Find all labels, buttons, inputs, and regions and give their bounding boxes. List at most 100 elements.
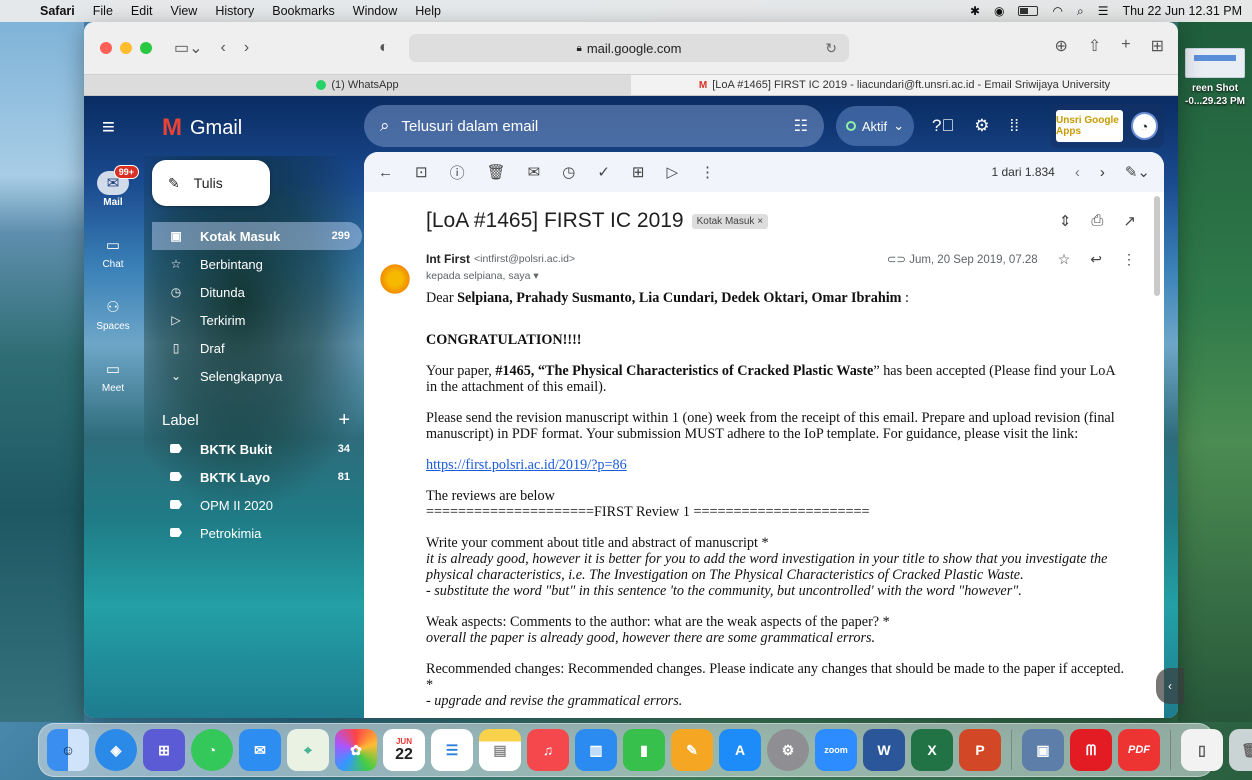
address-bar[interactable]: 🔒︎ mail.google.com ↻ xyxy=(409,34,849,62)
photos-icon[interactable]: ✿ xyxy=(335,729,377,771)
menu-window[interactable]: Window xyxy=(353,4,397,18)
rail-meet[interactable]: ▭ Meet xyxy=(84,344,142,406)
settings-gear-icon[interactable]: ⚙ xyxy=(974,116,989,136)
reply-icon[interactable]: ↩ xyxy=(1090,251,1102,268)
music-icon[interactable]: ♫ xyxy=(527,729,569,771)
nav-more[interactable]: ⌄ Selengkapnya xyxy=(152,362,362,390)
search-options-icon[interactable]: ☷ xyxy=(794,116,808,136)
label-petrokimia[interactable]: Petrokimia xyxy=(152,519,362,547)
expand-all-icon[interactable]: ⇕ xyxy=(1059,212,1072,230)
rail-mail[interactable]: ✉ 99+ Mail xyxy=(84,158,142,220)
close-window-button[interactable] xyxy=(100,42,112,54)
report-spam-icon[interactable]: ⓘ xyxy=(450,162,465,183)
minimize-window-button[interactable] xyxy=(120,42,132,54)
menu-app-name[interactable]: Safari xyxy=(40,4,75,18)
gmail-logo[interactable]: M Gmail xyxy=(162,114,242,142)
new-tab-icon[interactable]: + xyxy=(1121,36,1130,56)
help-icon[interactable]: ?⃝ xyxy=(932,116,954,136)
inbox-label-chip[interactable]: Kotak Masuk × xyxy=(691,213,769,229)
safari-icon[interactable]: ◈ xyxy=(95,729,137,771)
more-vert-icon[interactable]: ⋮ xyxy=(1122,251,1136,268)
rail-chat[interactable]: ▭ Chat xyxy=(84,220,142,282)
zoom-icon[interactable]: zoom xyxy=(815,729,857,771)
menu-clock[interactable]: Thu 22 Jun 12.31 PM xyxy=(1122,4,1242,18)
nav-sent[interactable]: ▷ Terkirim xyxy=(152,306,362,334)
menu-history[interactable]: History xyxy=(215,4,254,18)
excel-icon[interactable]: X xyxy=(911,729,953,771)
wifi-icon[interactable]: ◠ xyxy=(1052,4,1062,18)
maps-icon[interactable]: ⌖ xyxy=(287,729,329,771)
mendeley-icon[interactable]: ᗰ xyxy=(1070,729,1112,771)
nav-starred[interactable]: ☆ Berbintang xyxy=(152,250,362,278)
mail-app-icon[interactable]: ✉ xyxy=(239,729,281,771)
reload-icon[interactable]: ↻ xyxy=(825,40,837,57)
search-icon[interactable]: ⌕ xyxy=(380,116,390,136)
sender-name[interactable]: Int First xyxy=(426,252,470,266)
notes-icon[interactable]: ▤ xyxy=(479,729,521,771)
document-icon[interactable]: ▯ xyxy=(1181,729,1223,771)
forward-icon[interactable]: › xyxy=(244,39,249,57)
recipients[interactable]: kepada selpiana, saya ▾ xyxy=(426,270,1136,282)
control-center-icon[interactable]: ☰ xyxy=(1098,4,1109,18)
older-icon[interactable]: › xyxy=(1100,164,1105,181)
print-icon[interactable]: ⎙ xyxy=(1091,212,1103,230)
downloads-icon[interactable]: ⊕ xyxy=(1054,36,1067,56)
search-bar[interactable]: ⌕ Telusuri dalam email ☷ xyxy=(364,105,824,147)
apps-grid-icon[interactable]: ⁞⁞ xyxy=(1009,116,1018,136)
account-switcher[interactable]: Unsri Google Apps ◔ xyxy=(1050,104,1164,148)
preview-icon[interactable]: ▣ xyxy=(1022,729,1064,771)
rail-spaces[interactable]: ⚇ Spaces xyxy=(84,282,142,344)
status-dropdown[interactable]: Aktif ⌄ xyxy=(836,106,914,146)
system-preferences-icon[interactable]: ⚙ xyxy=(767,729,809,771)
privacy-shield-icon[interactable]: ◐ xyxy=(379,39,389,57)
tab-overview-icon[interactable]: ⊞ xyxy=(1151,36,1164,56)
numbers-icon[interactable]: ▮ xyxy=(623,729,665,771)
back-icon[interactable]: ‹ xyxy=(221,39,226,57)
nav-snoozed[interactable]: ◷ Ditunda xyxy=(152,278,362,306)
open-new-window-icon[interactable]: ↗ xyxy=(1123,212,1136,230)
menu-bookmarks[interactable]: Bookmarks xyxy=(272,4,335,18)
desktop-file-screenshot[interactable]: reen Shot -0...29.23 PM xyxy=(1178,46,1252,136)
battery-icon[interactable] xyxy=(1018,6,1039,16)
add-label-icon[interactable]: + xyxy=(338,410,350,430)
sidebar-toggle-icon[interactable]: ▭⌄ xyxy=(174,38,203,58)
compose-button[interactable]: ✎ Tulis xyxy=(152,160,270,206)
main-menu-icon[interactable]: ≡ xyxy=(102,114,115,140)
zoom-window-button[interactable] xyxy=(140,42,152,54)
pages-icon[interactable]: ✎ xyxy=(671,729,713,771)
search-input[interactable]: Telusuri dalam email xyxy=(402,118,539,135)
messages-icon[interactable]: ◔ xyxy=(191,729,233,771)
share-icon[interactable]: ⇧ xyxy=(1088,36,1101,56)
guidance-link[interactable]: https://first.polsri.ac.id/2019/?p=86 xyxy=(426,457,627,473)
newer-icon[interactable]: ‹ xyxy=(1075,164,1080,181)
avatar[interactable]: ◔ xyxy=(1130,112,1158,140)
pdf-reader-icon[interactable]: PDF xyxy=(1118,729,1160,771)
powerpoint-icon[interactable]: P xyxy=(959,729,1001,771)
menu-view[interactable]: View xyxy=(170,4,197,18)
label-bktk-layo[interactable]: BKTK Layo 81 xyxy=(152,463,362,491)
snooze-icon[interactable]: ◷ xyxy=(562,163,575,181)
menu-edit[interactable]: Edit xyxy=(131,4,153,18)
delete-icon[interactable]: 🗑︎ xyxy=(487,163,506,181)
nav-inbox[interactable]: ▣ Kotak Masuk 299 xyxy=(152,222,362,250)
bluetooth-icon[interactable]: ✱ xyxy=(970,4,980,18)
menu-help[interactable]: Help xyxy=(415,4,441,18)
calendar-icon[interactable]: JUN 22 xyxy=(383,729,425,771)
keynote-icon[interactable]: ▥ xyxy=(575,729,617,771)
trash-icon[interactable]: 🗑︎ xyxy=(1229,729,1252,771)
label-icon[interactable]: ▷ xyxy=(666,163,678,181)
archive-icon[interactable]: ⊡ xyxy=(415,163,428,181)
app-store-icon[interactable]: A xyxy=(719,729,761,771)
back-arrow-icon[interactable]: ← xyxy=(378,164,393,181)
screen-time-icon[interactable]: ◉ xyxy=(994,4,1004,18)
mark-unread-icon[interactable]: ✉ xyxy=(528,163,541,181)
more-options-icon[interactable]: ⋮ xyxy=(700,163,715,181)
label-bktk-bukit[interactable]: BKTK Bukit 34 xyxy=(152,435,362,463)
menu-file[interactable]: File xyxy=(93,4,113,18)
star-icon[interactable]: ☆ xyxy=(1058,251,1071,268)
tab-whatsapp[interactable]: (1) WhatsApp xyxy=(84,75,631,95)
launchpad-icon[interactable]: ⊞ xyxy=(143,729,185,771)
input-tools-icon[interactable]: ✎⌄ xyxy=(1125,163,1150,181)
reminders-icon[interactable]: ☰ xyxy=(431,729,473,771)
finder-icon[interactable]: ☺ xyxy=(47,729,89,771)
